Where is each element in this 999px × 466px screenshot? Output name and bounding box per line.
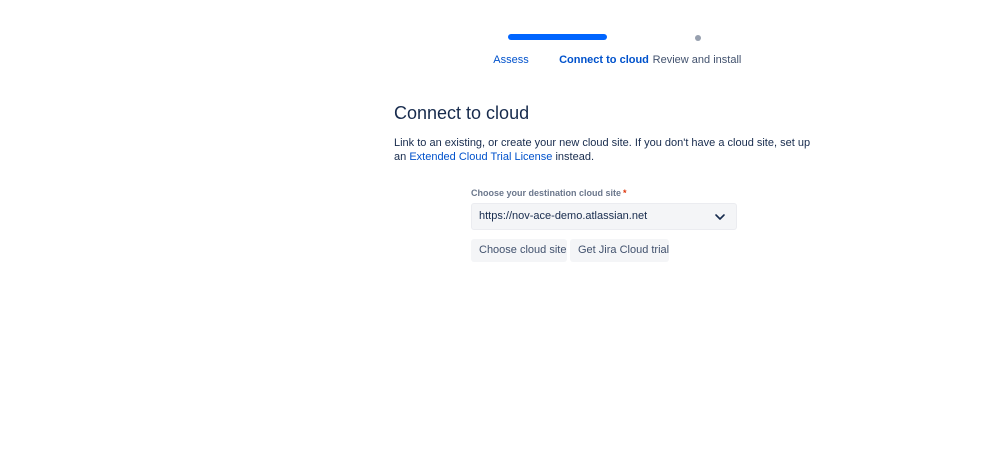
step-assess-label: Assess bbox=[493, 54, 529, 66]
chevron-down-icon bbox=[715, 214, 725, 220]
page-description: Link to an existing, or create your new … bbox=[394, 136, 814, 164]
extended-cloud-trial-link[interactable]: Extended Cloud Trial License bbox=[409, 151, 552, 163]
field-label-text: Choose your destination cloud site bbox=[471, 188, 622, 198]
step-review-label: Review and install bbox=[652, 54, 742, 66]
migration-page: Assess Connect to cloud Review and insta… bbox=[0, 0, 999, 466]
step-connect-label: Connect to cloud bbox=[559, 54, 649, 66]
destination-cloud-site-select[interactable]: https://nov-ace-demo.atlassian.net bbox=[471, 203, 737, 230]
select-value: https://nov-ace-demo.atlassian.net bbox=[479, 210, 648, 222]
progress-bar bbox=[508, 34, 607, 40]
progress-dot-review bbox=[695, 35, 701, 41]
destination-field-label: Choose your destination cloud site * bbox=[471, 188, 627, 198]
page-title: Connect to cloud bbox=[394, 103, 530, 123]
get-jira-cloud-trial-button[interactable]: Get Jira Cloud trial bbox=[570, 239, 669, 262]
progress-tracker: Assess Connect to cloud Review and insta… bbox=[463, 30, 743, 90]
required-marker: * bbox=[623, 188, 627, 198]
choose-cloud-site-button[interactable]: Choose cloud site bbox=[471, 239, 567, 262]
description-suffix: instead. bbox=[555, 151, 594, 163]
